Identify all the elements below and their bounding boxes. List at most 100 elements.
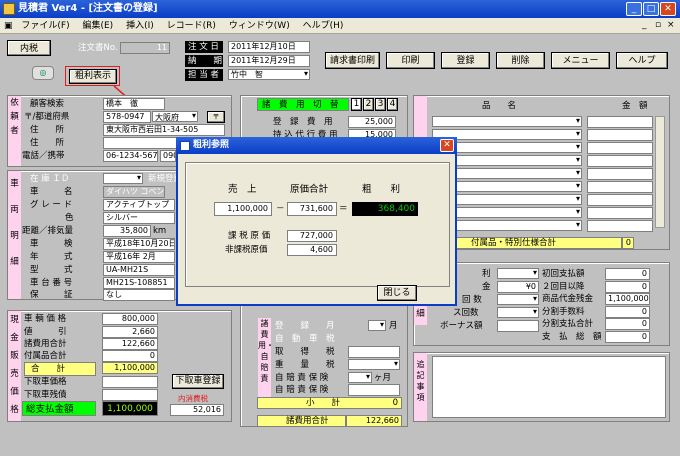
address-label: 住 所 — [30, 125, 65, 135]
dialog-close-button[interactable]: 閉じる — [377, 285, 417, 301]
menu-file[interactable]: ファイル(F) — [21, 21, 69, 31]
fees-tab-1[interactable]: 1 — [351, 98, 362, 111]
remarks-textarea[interactable] — [432, 356, 666, 418]
tradein-label: 下取車価格 — [24, 377, 67, 387]
weight-tax-label: 重 量 税 — [275, 360, 335, 370]
close-button[interactable]: ✕ — [660, 2, 676, 16]
mdi-close-icon[interactable]: × — [667, 20, 675, 30]
menu-window[interactable]: ウィンドウ(W) — [229, 21, 290, 31]
parts-price-header: 金 額 — [622, 101, 648, 111]
fees-tab-3[interactable]: 3 — [375, 98, 386, 111]
warranty-field[interactable]: なし — [103, 289, 175, 301]
reg-month-label: 登 録 月 — [275, 321, 335, 331]
parts-price-field[interactable] — [587, 207, 653, 219]
help-button[interactable]: ヘルプ — [616, 52, 668, 69]
menu-help[interactable]: ヘルプ(H) — [303, 21, 344, 31]
weight-tax-dropdown[interactable] — [348, 359, 400, 370]
model-field[interactable]: UA-MH21S — [103, 264, 175, 276]
bonus-amount-field[interactable] — [497, 320, 539, 332]
parts-name-dropdown[interactable] — [432, 116, 582, 127]
parts-price-field[interactable] — [587, 168, 653, 180]
parts-price-field[interactable] — [587, 129, 653, 141]
print-button[interactable]: 印刷 — [386, 52, 435, 69]
bonus-count-dropdown[interactable] — [497, 307, 539, 318]
tradein-field[interactable] — [102, 376, 158, 388]
parts-total-label: 付属品合計 — [24, 351, 67, 361]
menu-insert[interactable]: 挿入(I) — [126, 21, 154, 31]
fees-tab-4[interactable]: 4 — [387, 98, 398, 111]
zip-label: 〒/都道府県 — [24, 112, 70, 122]
payment-rate-dropdown[interactable] — [497, 268, 539, 279]
tradein-remain-label: 下取車残債 — [24, 390, 67, 400]
order-date-label: 注 文 日 — [185, 41, 223, 53]
naizei-button[interactable]: 内税 — [7, 40, 51, 56]
acquisition-tax-label: 取 得 税 — [275, 347, 335, 357]
color-field[interactable]: シルバー — [103, 212, 175, 224]
mdi-restore-icon[interactable]: ▫ — [655, 20, 661, 30]
order-no-field[interactable]: 11 — [120, 42, 170, 54]
address-field[interactable]: 東大阪市西岩田1-34-505 — [103, 124, 225, 136]
parts-price-field[interactable] — [587, 116, 653, 128]
jibaiseki2-label: 自 賠 責 保 険 — [275, 385, 329, 395]
price-field[interactable]: 800,000 — [102, 313, 158, 325]
reg-fee-field[interactable]: 25,000 — [348, 116, 396, 128]
register-button[interactable]: 登録 — [441, 52, 490, 69]
parts-price-field[interactable] — [587, 181, 653, 193]
year-field[interactable]: 平成16年 2月 — [103, 251, 175, 263]
dialog-close-icon[interactable]: ✕ — [440, 139, 454, 152]
address2-field[interactable] — [103, 137, 178, 149]
sales-side-label: 現金販売価格 — [8, 311, 21, 421]
menu-record[interactable]: レコード(R) — [167, 21, 216, 31]
payment-summary-value: 0 — [605, 318, 650, 330]
installments-dropdown[interactable] — [497, 294, 539, 305]
inspection-field[interactable]: 平成18年10月20日 — [103, 238, 175, 250]
fees-total-field: 122,660 — [102, 338, 158, 350]
jibaiseki-dropdown[interactable] — [348, 372, 372, 383]
car-name-field[interactable]: ダイハツ コペン — [103, 186, 165, 198]
menu-button[interactable]: メニュー — [551, 52, 610, 69]
parts-price-field[interactable] — [587, 194, 653, 206]
remarks-side-label: 追記事項 — [414, 353, 427, 421]
mobile-field[interactable]: 090 — [160, 150, 176, 162]
menu-edit[interactable]: 編集(E) — [82, 21, 113, 31]
total-label: 合 計 — [24, 362, 96, 376]
jibaiseki2-field[interactable] — [348, 384, 400, 396]
staff-dropdown[interactable]: 竹中 智 — [228, 69, 310, 80]
total-field: 1,100,000 — [102, 362, 158, 374]
customer-search-field[interactable]: 橋本 徹 — [103, 98, 165, 110]
parts-price-field[interactable] — [587, 155, 653, 167]
order-date-field[interactable]: 2011年12月10日 — [228, 41, 310, 53]
tel-field[interactable]: 06-1234-5678 — [103, 150, 158, 162]
down-payment-field[interactable]: ¥0 — [497, 281, 539, 293]
distance-field[interactable]: 35,800 — [103, 225, 151, 237]
chassis-field[interactable]: MH21S-108851 — [103, 277, 175, 289]
pref-dropdown[interactable]: 大阪府 — [152, 111, 198, 122]
invoice-print-button[interactable]: 請求書印刷 — [325, 52, 380, 69]
zip-field[interactable]: 578-0947 — [103, 111, 151, 123]
menu-bar: ▣ ファイル(F) 編集(E) 挿入(I) レコード(R) ウィンドウ(W) ヘ… — [0, 18, 680, 34]
dialog-profit-label: 粗 利 — [362, 184, 401, 195]
acquisition-tax-field[interactable] — [348, 346, 400, 358]
payment-summary-value: 0 — [605, 305, 650, 318]
grade-field[interactable]: アクティブトップ — [103, 199, 175, 211]
delivery-field[interactable]: 2011年12月29日 — [228, 55, 310, 67]
reg-month-dropdown[interactable] — [368, 320, 386, 331]
profit-display-button[interactable]: 粗利表示 — [69, 69, 117, 84]
zip-search-button[interactable]: 〒 — [207, 111, 225, 123]
stock-id-dropdown[interactable] — [103, 173, 143, 184]
parts-price-field[interactable] — [587, 220, 653, 232]
tradein-remain-field[interactable] — [102, 389, 158, 401]
fees-tab-2[interactable]: 2 — [363, 98, 374, 111]
tradein-register-button[interactable]: 下取車登録 — [172, 374, 224, 389]
minimize-button[interactable]: _ — [626, 2, 642, 16]
bonus-count-label: ス回数 — [453, 308, 479, 318]
parts-price-field[interactable] — [587, 142, 653, 154]
maximize-button[interactable]: □ — [643, 2, 659, 16]
reg-fee-label: 登 録 費 用 — [273, 117, 333, 127]
parts-total-field: 0 — [102, 350, 158, 362]
parts-scrollbar[interactable] — [655, 116, 665, 228]
discount-field[interactable]: 2,660 — [102, 326, 158, 338]
delete-button[interactable]: 削除 — [496, 52, 545, 69]
fees-total-bar: 諸費用合計 — [257, 415, 346, 427]
mdi-minimize-icon[interactable]: _ — [642, 20, 647, 30]
